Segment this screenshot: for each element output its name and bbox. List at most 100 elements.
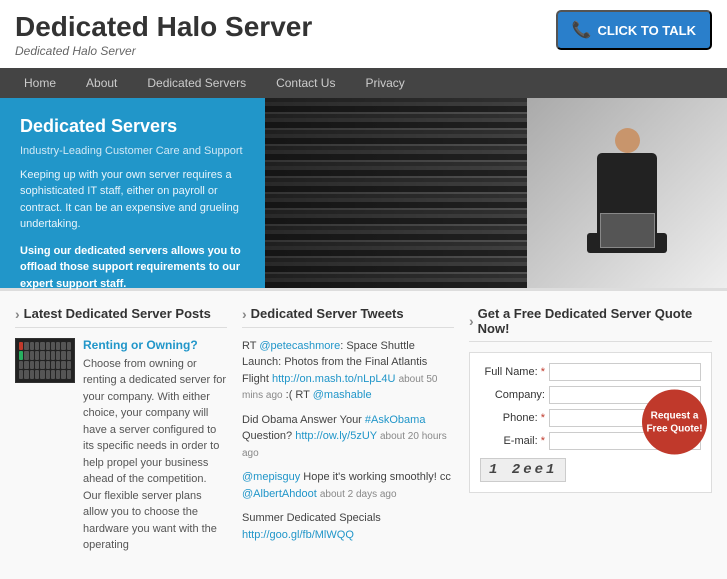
key [46, 361, 50, 370]
captcha-image: 1 2ee1 [480, 458, 566, 482]
input-fullname[interactable] [549, 363, 701, 381]
tweet-text-1: RT @petecashmore: Space Shuttle Launch: … [242, 340, 438, 402]
tweet-time-3: about 2 days ago [320, 489, 397, 500]
phone-icon: 📞 [572, 20, 592, 40]
required-indicator: * [541, 366, 545, 378]
tweet-user-3a[interactable]: @mepisguy [242, 471, 300, 483]
latest-posts-title: Latest Dedicated Server Posts [15, 306, 227, 328]
site-branding: Dedicated Halo Server Dedicated Halo Ser… [15, 10, 312, 58]
click-to-talk-button[interactable]: 📞 CLICK TO TALK [556, 10, 712, 50]
person-laptop [600, 213, 655, 248]
key [40, 342, 44, 351]
post-content: Renting or Owning? Choose from owning or… [83, 338, 227, 554]
nav-about[interactable]: About [72, 68, 131, 98]
key [19, 370, 23, 379]
page-header: Dedicated Halo Server Dedicated Halo Ser… [0, 0, 727, 63]
nav-home[interactable]: Home [10, 68, 70, 98]
key [19, 361, 23, 370]
form-row-name: Full Name: * [480, 363, 701, 381]
label-company: Company: [480, 389, 545, 401]
site-subtitle: Dedicated Halo Server [15, 44, 312, 58]
tweet-1: RT @petecashmore: Space Shuttle Launch: … [242, 338, 454, 404]
hero-highlight: Using our dedicated servers allows you t… [20, 243, 245, 293]
hero-body: Keeping up with your own server requires… [20, 167, 245, 233]
key [46, 351, 50, 360]
tweet-text-4: Summer Dedicated Specials http://goo.gl/… [242, 512, 381, 541]
key [40, 361, 44, 370]
key [61, 361, 65, 370]
key [24, 351, 28, 360]
key [46, 342, 50, 351]
nav-privacy[interactable]: Privacy [351, 68, 418, 98]
key [56, 361, 60, 370]
post-title: Renting or Owning? [83, 338, 227, 352]
key [67, 351, 71, 360]
key [56, 351, 60, 360]
main-nav: Home About Dedicated Servers Contact Us … [0, 68, 727, 98]
key [56, 342, 60, 351]
required-indicator-3: * [541, 435, 545, 447]
key [24, 361, 28, 370]
quote-form-section: Get a Free Dedicated Server Quote Now! F… [469, 306, 712, 564]
tweet-3: @mepisguy Hope it's working smoothly! cc… [242, 469, 454, 502]
key [35, 351, 39, 360]
content-area: Latest Dedicated Server Posts [0, 288, 727, 579]
post-item: Renting or Owning? Choose from owning or… [15, 338, 227, 554]
key [30, 370, 34, 379]
label-phone: Phone: * [480, 412, 545, 424]
form-bottom: 1 2ee1 [480, 458, 701, 482]
key [61, 370, 65, 379]
request-btn-label: Request a Free Quote! [642, 409, 707, 435]
key [19, 351, 23, 360]
key [67, 361, 71, 370]
tweet-url-4[interactable]: http://goo.gl/fb/MlWQQ [242, 529, 354, 541]
key [40, 351, 44, 360]
key [51, 342, 55, 351]
keyboard-image [16, 339, 74, 382]
key [40, 370, 44, 379]
tweet-hashtag[interactable]: #AskObama [365, 414, 426, 426]
tweet-user-3b[interactable]: @AlbertAhdoot [242, 488, 317, 500]
person-head [615, 128, 640, 153]
tweets-section: Dedicated Server Tweets RT @petecashmore… [242, 306, 454, 564]
hero-section: Dedicated Servers Industry-Leading Custo… [0, 98, 727, 288]
tweet-4: Summer Dedicated Specials http://goo.gl/… [242, 510, 454, 543]
key [24, 370, 28, 379]
form-wrapper: Full Name: * Company: Phone: * E-mail: *… [469, 352, 712, 493]
person-figure [577, 118, 677, 288]
key [19, 342, 23, 351]
key [67, 370, 71, 379]
key [35, 370, 39, 379]
nav-dedicated-servers[interactable]: Dedicated Servers [133, 68, 260, 98]
hero-image [265, 98, 727, 288]
hero-subtitle: Industry-Leading Customer Care and Suppo… [20, 145, 245, 157]
required-indicator-2: * [541, 412, 545, 424]
key [67, 342, 71, 351]
key [46, 370, 50, 379]
tweet-url-1[interactable]: http://on.mash.to/nLpL4U [272, 373, 396, 385]
label-fullname: Full Name: * [480, 366, 545, 378]
key [30, 361, 34, 370]
key [24, 342, 28, 351]
post-thumbnail [15, 338, 75, 383]
key [61, 342, 65, 351]
rack-overlay [265, 98, 565, 288]
key [51, 370, 55, 379]
cta-label: CLICK TO TALK [598, 23, 696, 38]
request-quote-button[interactable]: Request a Free Quote! [642, 390, 707, 455]
tweet-mashable[interactable]: @mashable [313, 389, 372, 401]
tweet-text-2: Did Obama Answer Your #AskObama Question… [242, 414, 447, 459]
key [51, 361, 55, 370]
key [61, 351, 65, 360]
post-body: Choose from owning or renting a dedicate… [83, 356, 227, 554]
tweets-title: Dedicated Server Tweets [242, 306, 454, 328]
nav-contact[interactable]: Contact Us [262, 68, 349, 98]
tweet-url-2[interactable]: http://ow.ly/5zUY [295, 430, 377, 442]
tweet-2: Did Obama Answer Your #AskObama Question… [242, 412, 454, 462]
tweet-link[interactable]: @petecashmore [259, 340, 340, 352]
key [30, 351, 34, 360]
hero-title: Dedicated Servers [20, 116, 245, 137]
label-email: E-mail: * [480, 435, 545, 447]
site-title: Dedicated Halo Server [15, 10, 312, 44]
hero-text-panel: Dedicated Servers Industry-Leading Custo… [0, 98, 265, 288]
